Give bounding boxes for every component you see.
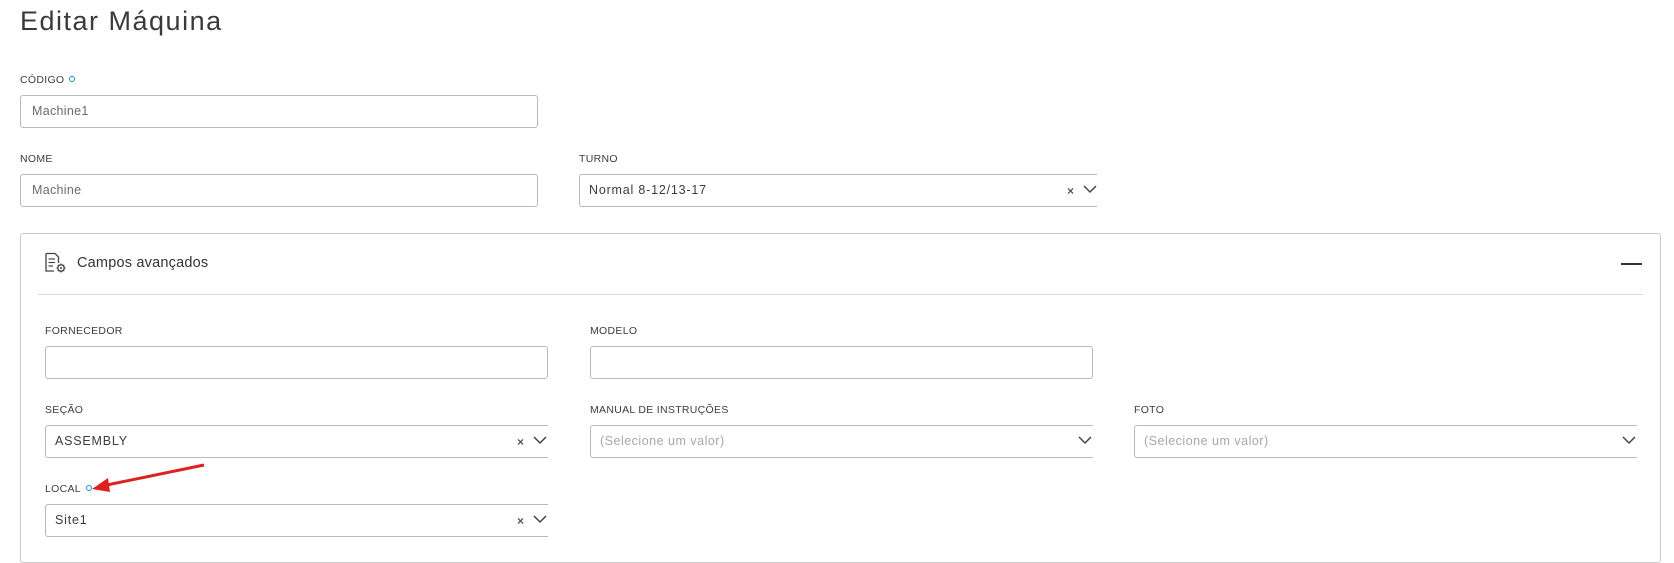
- modelo-input[interactable]: [590, 346, 1093, 379]
- codigo-label: CÓDIGO: [20, 74, 76, 86]
- fornecedor-label: FORNECEDOR: [45, 325, 123, 337]
- foto-select-placeholder: (Selecione um valor): [1144, 434, 1269, 448]
- nome-input[interactable]: Machine: [20, 174, 538, 207]
- minus-icon[interactable]: [1621, 263, 1642, 265]
- chevron-down-icon[interactable]: [533, 435, 547, 445]
- chevron-down-icon[interactable]: [1078, 435, 1092, 445]
- clear-icon[interactable]: ×: [1067, 185, 1075, 197]
- chevron-down-icon[interactable]: [1622, 435, 1636, 445]
- turno-select-value: Normal 8-12/13-17: [589, 183, 707, 197]
- required-icon: [69, 76, 76, 82]
- manual-select[interactable]: (Selecione um valor): [590, 425, 1093, 458]
- nome-label: NOME: [20, 153, 53, 165]
- codigo-label-text: CÓDIGO: [20, 74, 65, 86]
- settings-document-icon: [45, 252, 66, 273]
- chevron-down-icon[interactable]: [533, 514, 547, 524]
- clear-icon[interactable]: ×: [517, 515, 525, 527]
- manual-label: MANUAL DE INSTRUÇÕES: [590, 404, 729, 416]
- divider: [38, 294, 1643, 295]
- local-label-text: LOCAL: [45, 483, 81, 495]
- secao-select[interactable]: ASSEMBLY ×: [45, 425, 548, 458]
- codigo-input[interactable]: Machine1: [20, 95, 538, 128]
- page-title: Editar Máquina: [20, 6, 223, 36]
- chevron-down-icon[interactable]: [1083, 184, 1097, 194]
- manual-select-placeholder: (Selecione um valor): [600, 434, 725, 448]
- turno-select[interactable]: Normal 8-12/13-17 ×: [579, 174, 1097, 207]
- local-select-value: Site1: [55, 513, 88, 527]
- local-label: LOCAL: [45, 483, 92, 495]
- foto-select[interactable]: (Selecione um valor): [1134, 425, 1637, 458]
- secao-select-value: ASSEMBLY: [55, 434, 128, 448]
- fornecedor-input[interactable]: [45, 346, 548, 379]
- secao-label: SEÇÃO: [45, 404, 84, 416]
- advanced-fields-title[interactable]: Campos avançados: [77, 255, 208, 271]
- clear-icon[interactable]: ×: [517, 436, 525, 448]
- turno-label: TURNO: [579, 153, 618, 165]
- modelo-label: MODELO: [590, 325, 638, 337]
- local-select[interactable]: Site1 ×: [45, 504, 548, 537]
- foto-label: FOTO: [1134, 404, 1165, 416]
- annotation-arrow-icon: [92, 463, 205, 492]
